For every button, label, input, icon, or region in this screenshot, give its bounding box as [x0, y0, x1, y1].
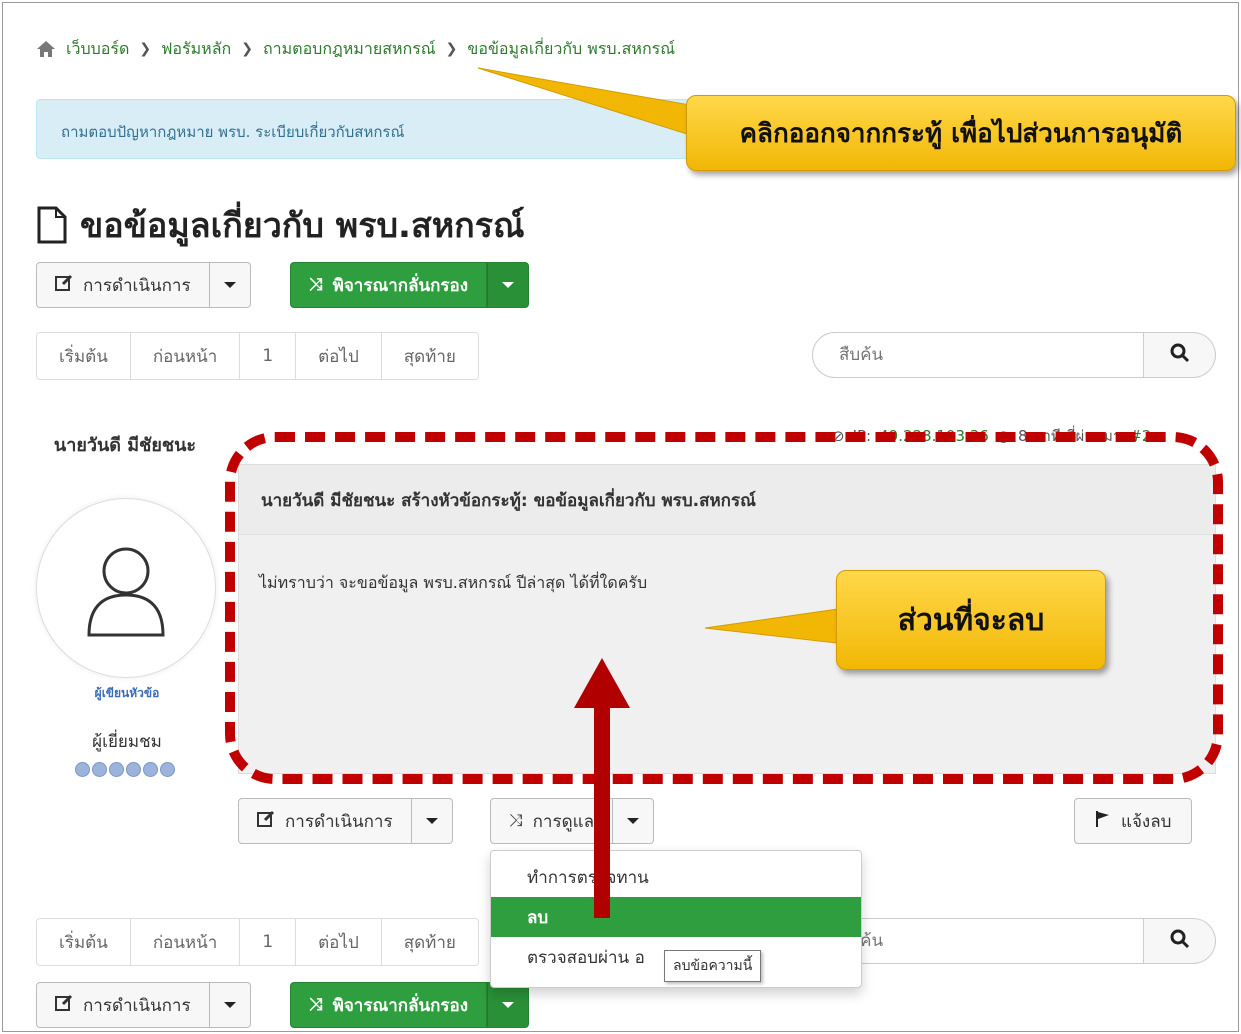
moderate-dropdown-toggle[interactable]	[487, 982, 530, 1028]
delete-tooltip: ลบข้อความนี้	[664, 950, 762, 982]
search-icon	[1170, 929, 1190, 953]
author-name[interactable]: นายวันดี มีชัยชนะ	[50, 432, 200, 460]
page-next[interactable]: ต่อไป	[295, 918, 382, 966]
search-icon	[1170, 343, 1190, 367]
post-actions-button[interactable]: การดำเนินการ	[238, 798, 412, 844]
moderate-group-bottom: ⤨ พิจารณากลั่นกรอง	[290, 982, 530, 1028]
page-current[interactable]: 1	[239, 918, 297, 966]
page-current[interactable]: 1	[239, 332, 297, 380]
post-actions-label: การดำเนินการ	[285, 811, 393, 832]
breadcrumb-category[interactable]: ถามตอบกฎหมายสหกรณ์	[263, 37, 436, 62]
topic-actions-button[interactable]: การดำเนินการ	[36, 982, 210, 1028]
author-role: ผู้เขียนหัวข้อ	[94, 686, 160, 700]
edit-icon	[257, 810, 275, 833]
post-actions-dropdown-toggle[interactable]	[411, 798, 453, 844]
rank-indicator	[75, 762, 175, 777]
breadcrumb-webboard[interactable]: เว็บบอร์ด	[66, 37, 129, 62]
chevron-right-icon: ❯	[241, 41, 253, 57]
flag-icon	[1095, 810, 1111, 833]
caret-down-icon	[223, 1002, 236, 1008]
callout-pointer	[477, 67, 691, 136]
callout-exit-topic: คลิกออกจากกระทู้ เพื่อไปส่วนการอนุมัติ	[686, 95, 1236, 171]
moderate-label: พิจารณากลั่นกรอง	[332, 275, 469, 296]
moderate-label: พิจารณากลั่นกรอง	[332, 995, 469, 1016]
caret-down-icon	[223, 282, 236, 288]
breadcrumb-main-forum[interactable]: ฟอรัมหลัก	[161, 37, 231, 62]
delete-area-outline	[225, 432, 1223, 784]
page-title-text: ขอข้อมูลเกี่ยวกับ พรบ.สหกรณ์	[80, 206, 525, 246]
search-bottom	[812, 918, 1216, 964]
chevron-right-icon: ❯	[139, 41, 152, 57]
topic-actions-label: การดำเนินการ	[83, 995, 191, 1016]
pagination-top: เริ่มต้น ก่อนหน้า 1 ต่อไป สุดท้าย	[36, 332, 479, 380]
rank-dot	[160, 762, 175, 777]
page-last[interactable]: สุดท้าย	[380, 332, 479, 380]
moderate-button[interactable]: ⤨ พิจารณากลั่นกรอง	[290, 982, 488, 1028]
page-title: ขอข้อมูลเกี่ยวกับ พรบ.สหกรณ์	[36, 200, 525, 250]
shuffle-icon: ⤨	[309, 995, 323, 1015]
shuffle-icon: ⤨	[509, 811, 523, 831]
post-actions-group: การดำเนินการ	[238, 798, 453, 844]
page-first[interactable]: เริ่มต้น	[36, 918, 131, 966]
author-rank: ผู้เยี่ยมชม	[92, 732, 162, 752]
topic-actions-dropdown-toggle[interactable]	[209, 262, 251, 308]
moderate-group: ⤨ พิจารณากลั่นกรอง	[290, 262, 530, 308]
moderate-dropdown-toggle[interactable]	[487, 262, 530, 308]
page-prev[interactable]: ก่อนหน้า	[129, 918, 241, 966]
chevron-right-icon: ❯	[445, 41, 458, 57]
topic-actions-group: การดำเนินการ	[36, 262, 251, 308]
menu-item-review[interactable]: ทำการตรวจทาน	[491, 857, 861, 897]
rank-dot	[126, 762, 141, 777]
page-next[interactable]: ต่อไป	[295, 332, 382, 380]
caret-down-icon	[502, 282, 515, 288]
user-icon	[87, 547, 165, 637]
rank-dot	[75, 762, 90, 777]
report-label: แจ้งลบ	[1121, 811, 1172, 832]
breadcrumb-topic[interactable]: ขอข้อมูลเกี่ยวกับ พรบ.สหกรณ์	[467, 37, 675, 62]
pagination-bottom: เริ่มต้น ก่อนหน้า 1 ต่อไป สุดท้าย	[36, 918, 479, 966]
topic-actions-dropdown-toggle[interactable]	[209, 982, 251, 1028]
moderate-button[interactable]: ⤨ พิจารณากลั่นกรอง	[290, 262, 488, 308]
menu-item-delete[interactable]: ลบ	[491, 897, 861, 937]
caret-down-icon	[502, 1002, 515, 1008]
search-button[interactable]	[1144, 918, 1216, 964]
page-last[interactable]: สุดท้าย	[380, 918, 479, 966]
home-icon[interactable]	[36, 40, 56, 58]
page-prev[interactable]: ก่อนหน้า	[129, 332, 241, 380]
shuffle-icon: ⤨	[309, 275, 323, 295]
report-button[interactable]: แจ้งลบ	[1074, 798, 1193, 844]
rank-dot	[143, 762, 158, 777]
topic-actions-group-bottom: การดำเนินการ	[36, 982, 251, 1028]
avatar[interactable]	[36, 498, 216, 678]
topic-actions-label: การดำเนินการ	[83, 275, 191, 296]
caret-down-icon	[425, 818, 438, 824]
rank-dot	[109, 762, 124, 777]
search-input[interactable]	[812, 332, 1144, 378]
document-icon	[36, 205, 68, 245]
topic-actions-button[interactable]: การดำเนินการ	[36, 262, 210, 308]
search-button[interactable]	[1144, 332, 1216, 378]
edit-icon	[55, 994, 73, 1017]
page-first[interactable]: เริ่มต้น	[36, 332, 131, 380]
arrow-up-icon	[574, 658, 630, 918]
rank-dot	[92, 762, 107, 777]
search-top	[812, 332, 1216, 378]
edit-icon	[55, 274, 73, 297]
